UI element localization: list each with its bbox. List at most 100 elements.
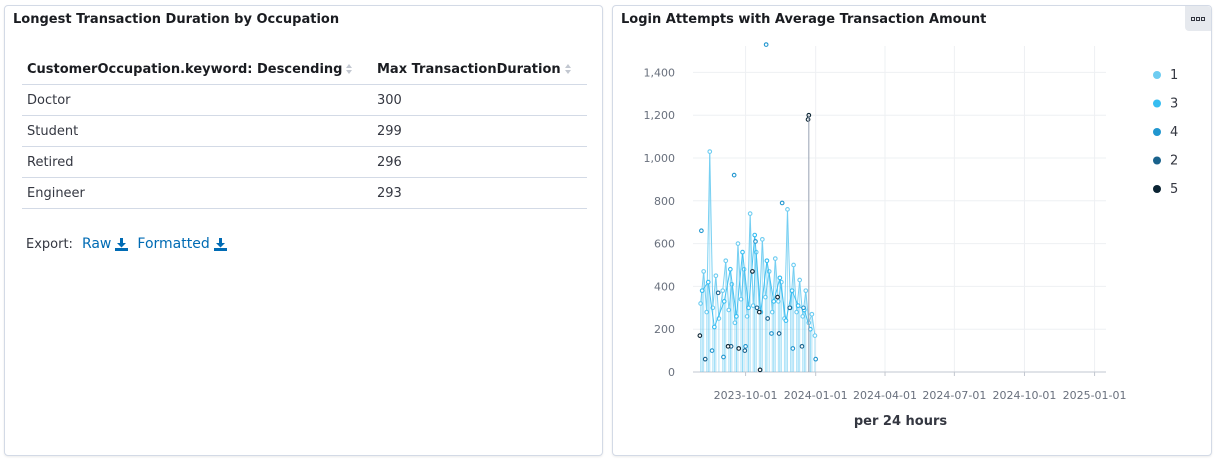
export-bar: Export: Raw Formatted xyxy=(26,236,227,252)
series-4-point xyxy=(753,239,758,244)
series-3-point xyxy=(740,249,745,255)
legend-swatch-3 xyxy=(1153,99,1161,108)
series-3-point xyxy=(752,232,758,238)
x-tick-label: 2025-01-01 xyxy=(1063,389,1127,402)
series-1-point xyxy=(701,269,707,274)
x-axis-title: per 24 hours xyxy=(854,414,948,429)
occupation-cell: Doctor xyxy=(22,84,372,116)
column-header-duration[interactable]: Max TransactionDuration xyxy=(372,54,587,85)
download-icon xyxy=(213,237,227,251)
table-row: Student 299 xyxy=(22,115,587,147)
x-tick-label: 2024-04-01 xyxy=(853,389,917,402)
legend-label-5: 5 xyxy=(1170,182,1178,197)
legend-swatch-1 xyxy=(1153,71,1161,79)
table-row: Retired 296 xyxy=(22,146,587,178)
legend-swatch-5 xyxy=(1153,185,1161,193)
series-3-point xyxy=(771,299,777,304)
x-tick-label: 2023-10-01 xyxy=(714,389,778,402)
y-tick-label: 0 xyxy=(668,366,675,379)
series-1-point xyxy=(797,277,803,283)
series-1-point xyxy=(772,256,778,261)
series-4-point xyxy=(813,356,819,362)
series-1-point xyxy=(707,149,713,154)
duration-cell: 296 xyxy=(372,146,587,178)
duration-cell: 299 xyxy=(372,115,587,147)
series-3-point xyxy=(795,303,801,309)
column-header-occupation-label: CustomerOccupation.keyword: Descending xyxy=(27,61,343,77)
series-2-point xyxy=(765,316,771,321)
occupation-cell: Retired xyxy=(22,146,372,178)
export-raw-label: Raw xyxy=(81,236,112,252)
series-4-point xyxy=(801,305,806,311)
occupation-table: CustomerOccupation.keyword: Descending M… xyxy=(22,54,587,209)
legend-swatch-2 xyxy=(1153,156,1161,165)
legend-label-1: 1 xyxy=(1170,68,1178,83)
series-1-point xyxy=(723,258,729,264)
series-5-point xyxy=(757,367,763,373)
export-formatted-link[interactable]: Formatted xyxy=(137,236,227,252)
table-row: Doctor 300 xyxy=(22,84,587,116)
series-4-point xyxy=(721,354,726,360)
series-4-point xyxy=(790,346,796,351)
y-tick-label: 1,400 xyxy=(644,66,676,79)
y-tick-label: 200 xyxy=(654,323,675,336)
export-raw-link[interactable]: Raw xyxy=(81,236,129,252)
series-3-point xyxy=(721,299,727,304)
series-5-point xyxy=(775,294,780,300)
series-1-point xyxy=(759,236,765,242)
column-header-duration-label: Max TransactionDuration xyxy=(377,61,561,77)
legend-label-3: 3 xyxy=(1170,97,1178,112)
series-2-point xyxy=(702,356,708,362)
series-3-point xyxy=(777,275,783,281)
series-5-point xyxy=(697,333,703,338)
download-icon xyxy=(115,237,129,251)
y-tick-label: 400 xyxy=(654,280,675,293)
series-5-point xyxy=(725,343,731,349)
series-1-point xyxy=(812,333,818,338)
occupation-cell: Engineer xyxy=(22,177,372,209)
column-header-occupation[interactable]: CustomerOccupation.keyword: Descending xyxy=(22,54,372,85)
series-4-point xyxy=(731,172,737,178)
series-1-point xyxy=(791,262,796,268)
legend-swatch-4 xyxy=(1153,128,1161,136)
series-3-point xyxy=(789,288,795,294)
y-tick-label: 800 xyxy=(654,195,675,208)
series-1-point xyxy=(809,311,815,317)
longest-transaction-panel: Longest Transaction Duration by Occupati… xyxy=(4,5,603,456)
login-attempts-panel: Login Attempts with Average Transaction … xyxy=(612,5,1212,456)
series-3-point xyxy=(705,279,711,285)
series-1-point xyxy=(785,207,790,212)
y-tick-label: 1,200 xyxy=(644,109,676,122)
duration-cell: 300 xyxy=(372,84,587,116)
series-4-point xyxy=(709,348,715,353)
series-2-point xyxy=(787,305,793,311)
legend-label-2: 2 xyxy=(1170,154,1178,169)
series-1-point xyxy=(747,211,753,216)
series-2-point xyxy=(776,331,782,336)
series-1-point xyxy=(713,273,719,279)
duration-cell: 293 xyxy=(372,177,587,209)
sort-icon[interactable] xyxy=(564,63,572,75)
series-5-point xyxy=(736,346,742,351)
x-tick-label: 2024-07-01 xyxy=(922,389,986,402)
series-3-point xyxy=(734,314,739,319)
x-tick-label: 2024-01-01 xyxy=(784,389,848,402)
series-1-point xyxy=(803,288,809,294)
series-4-point xyxy=(743,343,748,349)
series-4-point xyxy=(769,331,774,336)
series-5-point xyxy=(750,269,755,274)
series-3-point xyxy=(727,266,733,272)
series-3-point xyxy=(746,305,751,311)
y-tick-label: 1,000 xyxy=(644,152,676,165)
sort-icon[interactable] xyxy=(345,63,353,75)
scatter-chart: 0 200 400 600 800 1,000 1,200 1,400 2023-10-01 20… xyxy=(644,42,1178,429)
series-4-point xyxy=(779,200,785,206)
series-3-point xyxy=(699,288,705,294)
series-1-point xyxy=(735,241,741,246)
series-2-point xyxy=(754,305,760,311)
y-tick-label: 600 xyxy=(654,238,675,251)
series-3-point xyxy=(764,258,770,264)
left-panel-title: Longest Transaction Duration by Occupati… xyxy=(13,12,340,27)
series-2-point xyxy=(742,348,748,353)
series-3-point xyxy=(783,318,789,323)
